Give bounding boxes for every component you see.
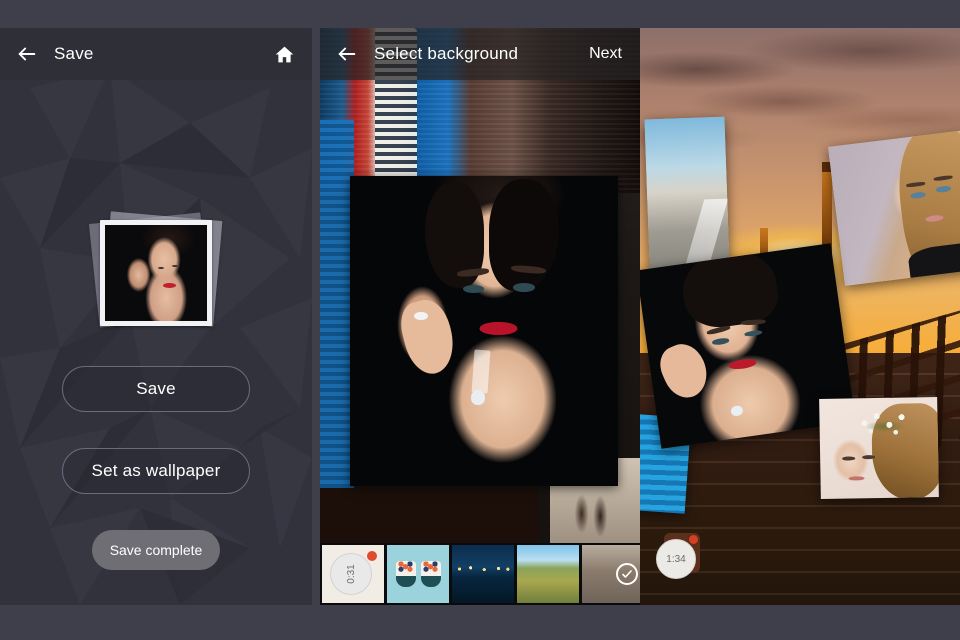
save-appbar: Save [0, 28, 312, 80]
next-button[interactable]: Next [579, 45, 640, 63]
notification-badge-icon [367, 551, 377, 561]
panel-select-background: Select background Next 0:31 [320, 28, 640, 605]
bride-lips [848, 476, 865, 481]
shoe-right [421, 561, 441, 587]
portrait-eye-right [513, 282, 535, 292]
thumbnail-shoes[interactable] [387, 545, 449, 603]
page-title: Select background [374, 44, 519, 63]
preview-photo [105, 225, 207, 321]
polaroid-front [100, 220, 212, 326]
model-brow-left [706, 325, 731, 336]
timer-chip[interactable]: 1:34 [656, 533, 700, 579]
thumbnail-selected[interactable] [582, 545, 640, 603]
home-button[interactable] [256, 28, 312, 80]
save-button[interactable]: Save [62, 366, 250, 412]
select-background-appbar: Select background Next [320, 28, 640, 80]
shoe-left [396, 561, 416, 587]
save-complete-toast: Save complete [91, 530, 221, 570]
photo-lips [163, 282, 177, 288]
panel-save-screen: Save Save Set as wallpaper Save complete [0, 28, 312, 605]
back-button[interactable] [320, 28, 374, 80]
portrait-hair-right [489, 179, 560, 291]
photo-card-bride[interactable] [819, 396, 939, 500]
background-canvas[interactable] [320, 28, 640, 605]
arrow-left-icon [18, 47, 36, 61]
back-button[interactable] [0, 28, 54, 80]
photo-card-blonde[interactable] [827, 130, 960, 286]
main-portrait-photo[interactable] [350, 176, 618, 486]
model-eye-left [711, 337, 730, 346]
timer-chip-label: 1:34 [656, 539, 696, 579]
thumbnail-night-city[interactable] [452, 545, 514, 603]
thumbnail-timer-label: 0:31 [330, 553, 372, 595]
portrait-hand [395, 295, 461, 380]
page-title: Save [54, 44, 94, 63]
portrait-lips [479, 321, 518, 336]
save-preview[interactable] [0, 211, 312, 332]
model-lips [728, 357, 757, 371]
portrait-necklace-chain [471, 349, 491, 394]
background-thumbnail-strip[interactable]: 0:31 [320, 543, 640, 605]
arrow-left-icon [338, 47, 356, 61]
bride-flower-crown [854, 405, 917, 441]
check-icon [616, 563, 638, 585]
polaroid-stack [88, 211, 223, 332]
model-brow-right [740, 318, 767, 326]
thumbnail-timer[interactable]: 0:31 [322, 545, 384, 603]
portrait-necklace-pendant [470, 389, 486, 406]
portrait-eye-left [462, 284, 484, 293]
screenshot-root: Save Save Set as wallpaper Save complete… [0, 0, 960, 640]
set-as-wallpaper-button[interactable]: Set as wallpaper [62, 448, 250, 494]
model-hand [653, 337, 715, 405]
panel-composition: 1:34 [640, 28, 960, 605]
photo-eye-left [158, 267, 165, 270]
thumbnail-field-road[interactable] [517, 545, 579, 603]
bride-eye-left [842, 456, 856, 461]
model-eye-right [743, 329, 763, 338]
home-icon [275, 46, 293, 62]
blue-shutter-left [320, 120, 354, 490]
model-pendant [730, 404, 744, 417]
photo-eye-right [172, 265, 179, 268]
notification-badge-icon [689, 535, 698, 544]
save-actions: Save Set as wallpaper Save complete [0, 366, 312, 570]
